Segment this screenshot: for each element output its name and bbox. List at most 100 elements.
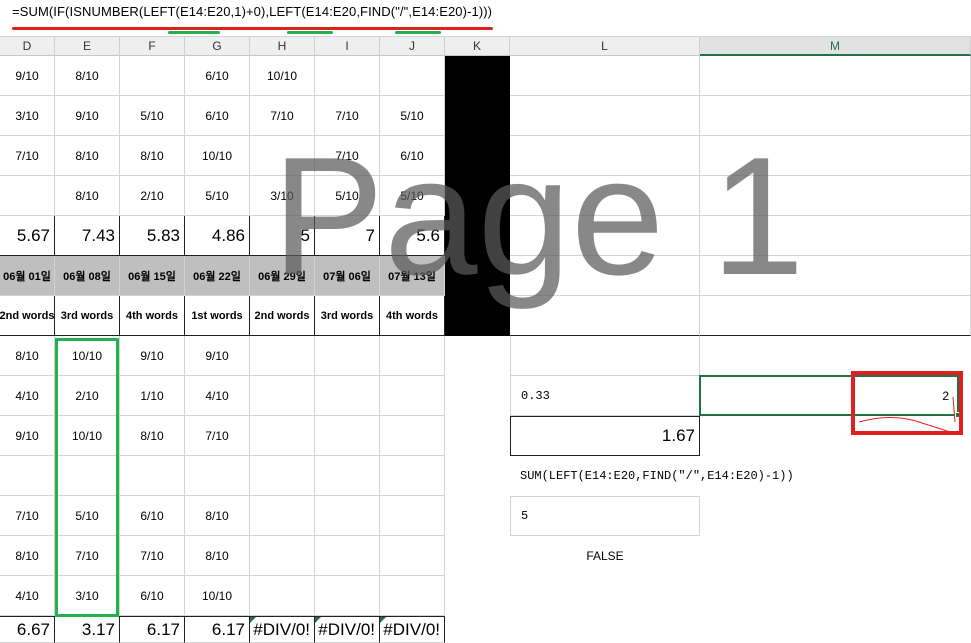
cell-m-empty-1[interactable] bbox=[700, 96, 971, 136]
cell-g-bottom-1[interactable]: 4/10 bbox=[185, 376, 250, 416]
cell-d-top-2[interactable]: 7/10 bbox=[0, 136, 55, 176]
cell-l-value-167[interactable]: 1.67 bbox=[510, 416, 700, 456]
cell-l-empty-2[interactable] bbox=[510, 136, 700, 176]
average-cell-i[interactable]: 7 bbox=[315, 216, 380, 256]
words-label-e[interactable]: 3rd words bbox=[55, 296, 120, 336]
cell-i-bottom-3[interactable] bbox=[315, 456, 380, 496]
cell-i-bottom-0[interactable] bbox=[315, 336, 380, 376]
cell-g-bottom-3[interactable] bbox=[185, 456, 250, 496]
date-header-h[interactable]: 06월 29일 bbox=[250, 256, 315, 296]
column-header-i[interactable]: I bbox=[315, 37, 380, 56]
words-label-i[interactable]: 3rd words bbox=[315, 296, 380, 336]
cell-f-bottom-6[interactable]: 6/10 bbox=[120, 576, 185, 616]
date-header-f[interactable]: 06월 15일 bbox=[120, 256, 185, 296]
cell-i-bottom-4[interactable] bbox=[315, 496, 380, 536]
cell-g-top-0[interactable]: 6/10 bbox=[185, 56, 250, 96]
date-header-g[interactable]: 06월 22일 bbox=[185, 256, 250, 296]
cell-j-bottom-0[interactable] bbox=[380, 336, 445, 376]
cell-g-bottom-4[interactable]: 8/10 bbox=[185, 496, 250, 536]
cell-l-value-033[interactable]: 0.33 bbox=[510, 376, 700, 416]
average-bottom-cell-j[interactable]: #DIV/0! bbox=[380, 616, 445, 643]
cell-j-top-3[interactable]: 5/10 bbox=[380, 176, 445, 216]
cell-h-top-2[interactable] bbox=[250, 136, 315, 176]
words-label-j[interactable]: 4th words bbox=[380, 296, 445, 336]
cell-g-top-3[interactable]: 5/10 bbox=[185, 176, 250, 216]
cell-j-bottom-1[interactable] bbox=[380, 376, 445, 416]
average-bottom-cell-e[interactable]: 3.17 bbox=[55, 616, 120, 643]
cell-l-blank[interactable] bbox=[510, 336, 700, 376]
column-header-j[interactable]: J bbox=[380, 37, 445, 56]
cell-g-top-1[interactable]: 6/10 bbox=[185, 96, 250, 136]
cell-l-empty-1[interactable] bbox=[510, 96, 700, 136]
average-cell-f[interactable]: 5.83 bbox=[120, 216, 185, 256]
cell-d-bottom-1[interactable]: 4/10 bbox=[0, 376, 55, 416]
cell-l-empty-5[interactable] bbox=[510, 256, 700, 296]
column-header-d[interactable]: D bbox=[0, 37, 55, 56]
cell-l-value-5[interactable]: 5 bbox=[510, 496, 700, 536]
average-bottom-cell-h[interactable]: #DIV/0! bbox=[250, 616, 315, 643]
cell-g-top-2[interactable]: 10/10 bbox=[185, 136, 250, 176]
cell-f-top-3[interactable]: 2/10 bbox=[120, 176, 185, 216]
cell-i-bottom-5[interactable] bbox=[315, 536, 380, 576]
cell-l-empty-0[interactable] bbox=[510, 56, 700, 96]
cell-h-bottom-4[interactable] bbox=[250, 496, 315, 536]
cell-h-top-1[interactable]: 7/10 bbox=[250, 96, 315, 136]
formula-text[interactable]: =SUM(IF(ISNUMBER(LEFT(E14:E20,1)+0),LEFT… bbox=[12, 4, 492, 19]
cell-m-empty-5[interactable] bbox=[700, 256, 971, 296]
cell-i-top-2[interactable]: 7/10 bbox=[315, 136, 380, 176]
date-header-e[interactable]: 06월 08일 bbox=[55, 256, 120, 296]
cell-e-top-0[interactable]: 8/10 bbox=[55, 56, 120, 96]
date-header-d[interactable]: 06월 01일 bbox=[0, 256, 55, 296]
formula-bar[interactable]: =SUM(IF(ISNUMBER(LEFT(E14:E20,1)+0),LEFT… bbox=[0, 0, 971, 37]
column-header-g[interactable]: G bbox=[185, 37, 250, 56]
average-cell-e[interactable]: 7.43 bbox=[55, 216, 120, 256]
cell-h-top-0[interactable]: 10/10 bbox=[250, 56, 315, 96]
column-header-f[interactable]: F bbox=[120, 37, 185, 56]
column-header-k[interactable]: K bbox=[445, 37, 510, 56]
average-cell-h[interactable]: 5 bbox=[250, 216, 315, 256]
cell-f-bottom-4[interactable]: 6/10 bbox=[120, 496, 185, 536]
cell-d-top-0[interactable]: 9/10 bbox=[0, 56, 55, 96]
column-header-m[interactable]: M bbox=[700, 37, 971, 56]
cell-f-top-0[interactable] bbox=[120, 56, 185, 96]
average-cell-j[interactable]: 5.6 bbox=[380, 216, 445, 256]
average-bottom-cell-d[interactable]: 6.67 bbox=[0, 616, 55, 643]
cell-l-empty-6[interactable] bbox=[510, 296, 700, 336]
cell-i-top-3[interactable]: 5/10 bbox=[315, 176, 380, 216]
cell-j-bottom-5[interactable] bbox=[380, 536, 445, 576]
cell-j-top-2[interactable]: 6/10 bbox=[380, 136, 445, 176]
cell-h-bottom-0[interactable] bbox=[250, 336, 315, 376]
cell-e-top-2[interactable]: 8/10 bbox=[55, 136, 120, 176]
date-header-i[interactable]: 07월 06일 bbox=[315, 256, 380, 296]
cell-d-bottom-6[interactable]: 4/10 bbox=[0, 576, 55, 616]
cell-d-bottom-3[interactable] bbox=[0, 456, 55, 496]
cell-f-bottom-5[interactable]: 7/10 bbox=[120, 536, 185, 576]
average-bottom-cell-g[interactable]: 6.17 bbox=[185, 616, 250, 643]
cell-f-top-1[interactable]: 5/10 bbox=[120, 96, 185, 136]
column-header-l[interactable]: L bbox=[510, 37, 700, 56]
cell-d-bottom-2[interactable]: 9/10 bbox=[0, 416, 55, 456]
cell-j-top-1[interactable]: 5/10 bbox=[380, 96, 445, 136]
cell-l-empty-3[interactable] bbox=[510, 176, 700, 216]
cell-e-top-3[interactable]: 8/10 bbox=[55, 176, 120, 216]
cell-d-top-3[interactable] bbox=[0, 176, 55, 216]
words-label-g[interactable]: 1st words bbox=[185, 296, 250, 336]
cell-j-bottom-2[interactable] bbox=[380, 416, 445, 456]
cell-i-bottom-6[interactable] bbox=[315, 576, 380, 616]
cell-m-empty-0[interactable] bbox=[700, 56, 971, 96]
date-header-j[interactable]: 07월 13일 bbox=[380, 256, 445, 296]
cell-l-false[interactable]: FALSE bbox=[510, 536, 700, 576]
cell-m-empty-3[interactable] bbox=[700, 176, 971, 216]
cell-h-bottom-3[interactable] bbox=[250, 456, 315, 496]
cell-m-empty-4[interactable] bbox=[700, 216, 971, 256]
column-header-h[interactable]: H bbox=[250, 37, 315, 56]
cell-f-bottom-2[interactable]: 8/10 bbox=[120, 416, 185, 456]
cell-l-formula-text[interactable]: SUM(LEFT(E14:E20,FIND("/",E14:E20)-1)) bbox=[510, 456, 971, 496]
cell-h-top-3[interactable]: 3/10 bbox=[250, 176, 315, 216]
cell-j-top-0[interactable] bbox=[380, 56, 445, 96]
average-cell-d[interactable]: 5.67 bbox=[0, 216, 55, 256]
cell-d-bottom-0[interactable]: 8/10 bbox=[0, 336, 55, 376]
cell-m-empty-6[interactable] bbox=[700, 296, 971, 336]
cell-h-bottom-5[interactable] bbox=[250, 536, 315, 576]
cell-d-bottom-5[interactable]: 8/10 bbox=[0, 536, 55, 576]
